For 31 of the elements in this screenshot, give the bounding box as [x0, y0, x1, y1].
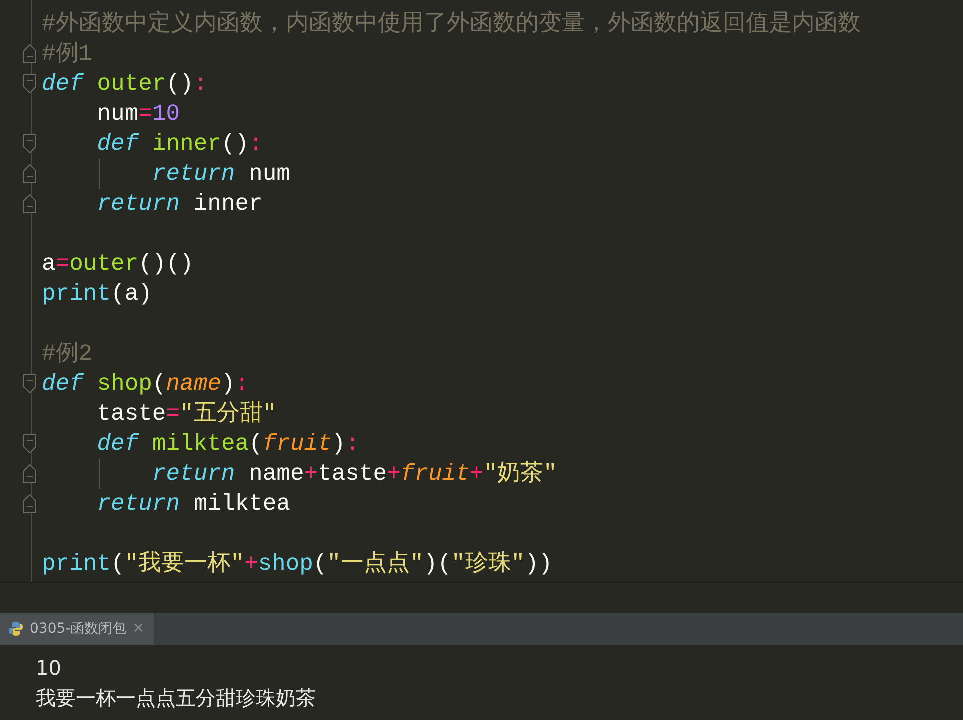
code-line: print(a)	[42, 280, 152, 309]
code-line: return name+taste+fruit+"奶茶"	[151, 460, 558, 489]
code-line: def outer():	[42, 70, 208, 99]
code-line: #例1	[42, 40, 93, 69]
fold-icon[interactable]	[23, 434, 37, 454]
console-output-line: 10	[36, 655, 62, 682]
console-output-line: 我要一杯一点点五分甜珍珠奶茶	[36, 685, 316, 712]
python-icon	[8, 621, 24, 637]
code-line: print("我要一杯"+shop("一点点")("珍珠"))	[42, 550, 553, 579]
fold-icon[interactable]	[23, 74, 37, 94]
fold-icon[interactable]	[23, 194, 37, 214]
code-line: #例2	[42, 340, 93, 369]
code-line: def inner():	[96, 130, 263, 159]
code-line: def milktea(fruit):	[96, 430, 360, 459]
code-line: num=10	[96, 100, 180, 129]
close-icon[interactable]: ✕	[132, 621, 144, 637]
fold-icon[interactable]	[23, 494, 37, 514]
code-line: taste="五分甜"	[96, 400, 277, 429]
code-line: return milktea	[96, 490, 290, 519]
fold-icon[interactable]	[23, 164, 37, 184]
code-line: a=outer()()	[42, 250, 194, 279]
code-line: return inner	[96, 190, 263, 219]
fold-icon[interactable]	[23, 134, 37, 154]
fold-icon[interactable]	[23, 374, 37, 394]
code-line: #外函数中定义内函数，内函数中使用了外函数的变量，外函数的返回值是内函数	[42, 10, 861, 39]
run-tab[interactable]: 0305-函数闭包 ✕	[0, 613, 154, 645]
code-line: return num	[151, 160, 290, 189]
fold-icon[interactable]	[23, 44, 37, 64]
fold-icon[interactable]	[23, 464, 37, 484]
tab-label: 0305-函数闭包	[30, 620, 127, 638]
code-line: def shop(name):	[42, 370, 250, 399]
